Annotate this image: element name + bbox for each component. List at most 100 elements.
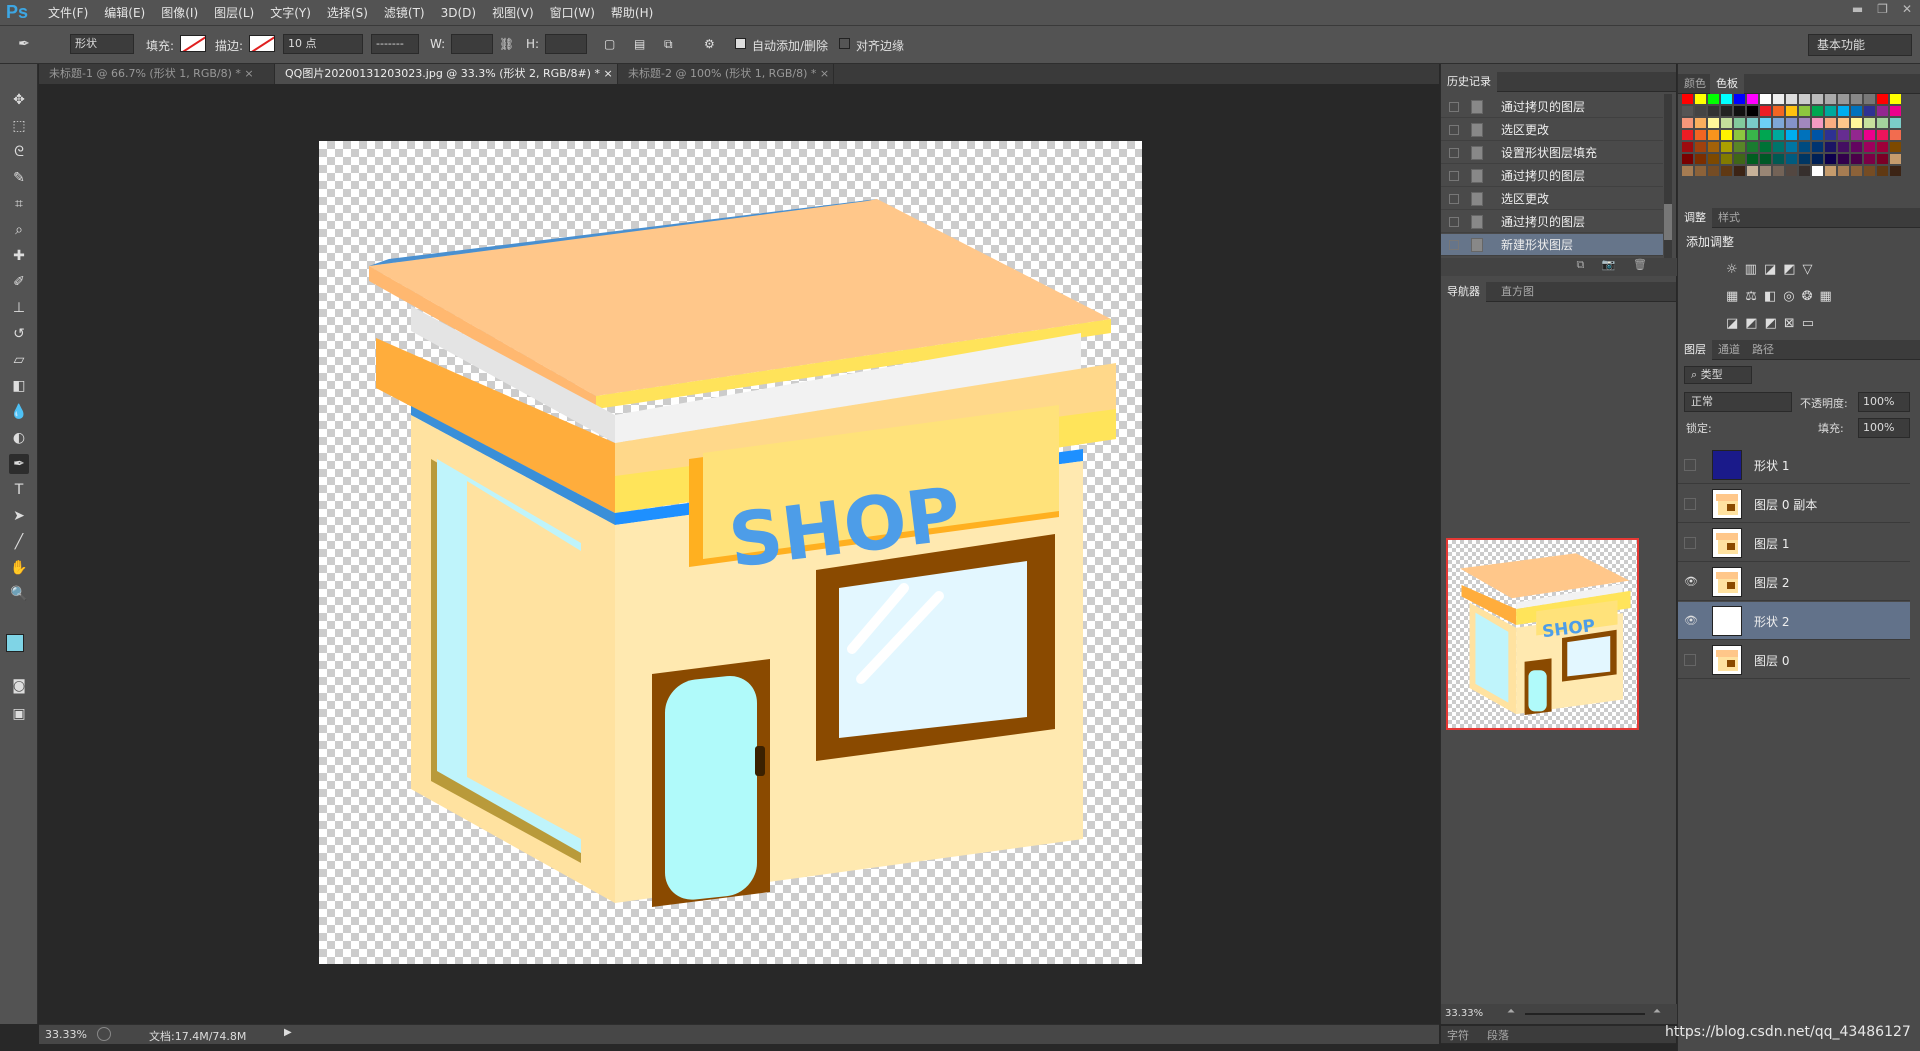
swatch[interactable] bbox=[1786, 94, 1797, 104]
swatch[interactable] bbox=[1825, 94, 1836, 104]
swatch[interactable] bbox=[1799, 166, 1810, 176]
layer-row[interactable]: 👁 图层 2 bbox=[1678, 563, 1910, 601]
swatch[interactable] bbox=[1721, 130, 1732, 140]
swatch[interactable] bbox=[1721, 94, 1732, 104]
swatch[interactable] bbox=[1734, 166, 1745, 176]
visibility-toggle[interactable] bbox=[1684, 498, 1696, 510]
swatch[interactable] bbox=[1825, 118, 1836, 128]
tab-paths[interactable]: 路径 bbox=[1746, 340, 1780, 360]
swatch[interactable] bbox=[1877, 142, 1888, 152]
swatch[interactable] bbox=[1864, 118, 1875, 128]
swatch[interactable] bbox=[1799, 142, 1810, 152]
layer-row[interactable]: 图层 1 bbox=[1678, 524, 1910, 562]
swatch[interactable] bbox=[1890, 154, 1901, 164]
swatch[interactable] bbox=[1864, 142, 1875, 152]
swatch[interactable] bbox=[1773, 118, 1784, 128]
vibrance-icon[interactable]: ▽ bbox=[1803, 262, 1820, 277]
selective-color-icon[interactable]: ⊠ bbox=[1784, 316, 1802, 331]
swatch[interactable] bbox=[1734, 118, 1745, 128]
history-item[interactable]: 选区更改 bbox=[1441, 119, 1663, 141]
swatch[interactable] bbox=[1708, 106, 1719, 116]
hand-tool-icon[interactable]: ✋ bbox=[9, 558, 29, 578]
swatches-grid[interactable] bbox=[1682, 94, 1902, 176]
brightness-icon[interactable]: ☼ bbox=[1726, 262, 1745, 277]
layer-filter-select[interactable]: ⌕ 类型 bbox=[1684, 366, 1752, 384]
swatch[interactable] bbox=[1747, 142, 1758, 152]
swatch[interactable] bbox=[1721, 154, 1732, 164]
exposure-icon[interactable]: ◩ bbox=[1783, 262, 1802, 277]
swatch[interactable] bbox=[1695, 130, 1706, 140]
width-field[interactable] bbox=[451, 34, 493, 54]
swatch[interactable] bbox=[1851, 142, 1862, 152]
swatch[interactable] bbox=[1812, 118, 1823, 128]
crop-tool-icon[interactable]: ⌗ bbox=[9, 194, 29, 214]
history-snapshot-checkbox[interactable] bbox=[1449, 194, 1459, 204]
layer-row[interactable]: 图层 0 副本 bbox=[1678, 485, 1910, 523]
swatch[interactable] bbox=[1695, 94, 1706, 104]
history-item[interactable]: 通过拷贝的图层 bbox=[1441, 96, 1663, 118]
threshold-icon[interactable]: ◩ bbox=[1765, 316, 1784, 331]
opacity-field[interactable]: 100% bbox=[1858, 392, 1910, 412]
swatch[interactable] bbox=[1708, 130, 1719, 140]
history-item[interactable]: 新建形状图层 bbox=[1441, 234, 1663, 256]
hue-saturation-icon[interactable]: ▦ bbox=[1726, 289, 1745, 304]
status-info-icon[interactable] bbox=[97, 1027, 111, 1041]
swatch[interactable] bbox=[1838, 166, 1849, 176]
history-brush-tool-icon[interactable]: ↺ bbox=[9, 324, 29, 344]
swatch[interactable] bbox=[1773, 106, 1784, 116]
align-edges-checkbox[interactable] bbox=[839, 38, 850, 49]
swatch[interactable] bbox=[1838, 154, 1849, 164]
menu-item[interactable]: 3D(D) bbox=[433, 5, 484, 21]
swatch[interactable] bbox=[1695, 166, 1706, 176]
swatch[interactable] bbox=[1773, 154, 1784, 164]
black-white-icon[interactable]: ◧ bbox=[1764, 289, 1783, 304]
restore-icon[interactable]: ❐ bbox=[1877, 2, 1888, 16]
menu-item[interactable]: 视图(V) bbox=[484, 5, 542, 21]
layer-row[interactable]: 形状 1 bbox=[1678, 446, 1910, 484]
clone-stamp-tool-icon[interactable]: ⊥ bbox=[9, 298, 29, 318]
swatch[interactable] bbox=[1708, 142, 1719, 152]
swatch[interactable] bbox=[1864, 166, 1875, 176]
swatch[interactable] bbox=[1734, 94, 1745, 104]
history-item[interactable]: 选区更改 bbox=[1441, 188, 1663, 210]
swatch[interactable] bbox=[1786, 142, 1797, 152]
swatch[interactable] bbox=[1812, 94, 1823, 104]
menu-item[interactable]: 图像(I) bbox=[153, 5, 206, 21]
tab-channels[interactable]: 通道 bbox=[1712, 340, 1746, 360]
swatch[interactable] bbox=[1812, 130, 1823, 140]
dodge-tool-icon[interactable]: ◐ bbox=[9, 428, 29, 448]
swatch[interactable] bbox=[1838, 118, 1849, 128]
swatch[interactable] bbox=[1825, 166, 1836, 176]
tab-histogram[interactable]: 直方图 bbox=[1495, 282, 1540, 302]
link-icon[interactable]: ⛓ bbox=[499, 37, 514, 51]
foreground-color-swatch[interactable] bbox=[6, 634, 24, 652]
eyedropper-tool-icon[interactable]: ⌕ bbox=[9, 220, 29, 240]
swatch[interactable] bbox=[1864, 106, 1875, 116]
zoom-readout[interactable]: 33.33% bbox=[45, 1028, 87, 1041]
zoom-tool-icon[interactable]: 🔍 bbox=[9, 584, 29, 604]
screen-mode-icon[interactable]: ▣ bbox=[9, 704, 29, 724]
color-balance-icon[interactable]: ⚖ bbox=[1745, 289, 1764, 304]
navigator-zoom[interactable]: 33.33% bbox=[1445, 1008, 1483, 1019]
pen-tool-icon[interactable]: ✒ bbox=[9, 454, 29, 474]
color-lookup-icon[interactable]: ▦ bbox=[1820, 289, 1839, 304]
swatch[interactable] bbox=[1812, 106, 1823, 116]
tab-close-icon[interactable]: × bbox=[816, 67, 829, 80]
eraser-tool-icon[interactable]: ▱ bbox=[9, 350, 29, 370]
swatch[interactable] bbox=[1786, 130, 1797, 140]
eye-icon[interactable]: 👁 bbox=[1684, 615, 1698, 627]
gear-icon[interactable]: ⚙ bbox=[704, 37, 715, 51]
swatch[interactable] bbox=[1812, 154, 1823, 164]
document-tab[interactable]: 未标题-1 @ 66.7% (形状 1, RGB/8) * × bbox=[39, 64, 275, 84]
swatch[interactable] bbox=[1890, 106, 1901, 116]
line-tool-icon[interactable]: ╱ bbox=[9, 532, 29, 552]
swatch[interactable] bbox=[1734, 130, 1745, 140]
history-snapshot-checkbox[interactable] bbox=[1449, 217, 1459, 227]
paint-bucket-tool-icon[interactable]: ◧ bbox=[9, 376, 29, 396]
visibility-toggle[interactable] bbox=[1684, 537, 1696, 549]
swatch[interactable] bbox=[1799, 94, 1810, 104]
close-icon[interactable]: ✕ bbox=[1902, 2, 1912, 16]
menu-item[interactable]: 编辑(E) bbox=[96, 5, 153, 21]
swatch[interactable] bbox=[1864, 130, 1875, 140]
fill-swatch[interactable] bbox=[180, 35, 206, 52]
